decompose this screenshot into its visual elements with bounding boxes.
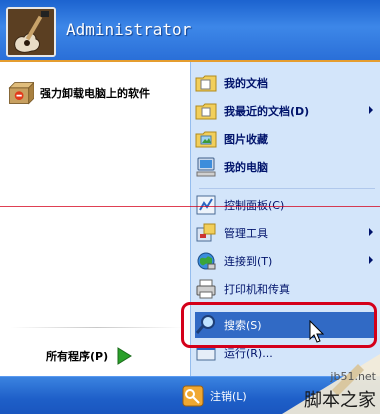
control-panel-icon bbox=[196, 195, 216, 215]
item-label: 我最近的文档(D) bbox=[224, 105, 310, 118]
item-my-computer[interactable]: 我的电脑 bbox=[195, 154, 377, 180]
uninstall-box-icon bbox=[8, 81, 34, 105]
submenu-arrow-icon bbox=[369, 256, 373, 264]
user-header: Administrator bbox=[0, 0, 380, 62]
annotation-line bbox=[0, 206, 380, 207]
item-recent-documents[interactable]: 我最近的文档(D) bbox=[195, 98, 377, 124]
item-connect-to[interactable]: 连接到(T) bbox=[195, 248, 377, 274]
item-my-pictures[interactable]: 图片收藏 bbox=[195, 126, 377, 152]
pinned-item-uninstaller[interactable]: 强力卸载电脑上的软件 bbox=[6, 76, 150, 110]
item-label: 连接到(T) bbox=[224, 255, 273, 268]
start-menu: Administrator 强力卸载电脑上的软件 所有程序(P) 我的文档 我最… bbox=[0, 0, 380, 414]
logoff-key-icon bbox=[182, 385, 204, 407]
computer-icon bbox=[196, 157, 216, 177]
all-programs-label: 所有程序(P) bbox=[46, 350, 109, 363]
folder-documents-icon bbox=[195, 75, 217, 92]
user-avatar[interactable] bbox=[6, 7, 56, 57]
left-divider bbox=[10, 327, 184, 328]
mouse-cursor-icon bbox=[309, 320, 325, 343]
connect-to-icon bbox=[197, 252, 216, 270]
pinned-item-label: 强力卸载电脑上的软件 bbox=[40, 87, 150, 100]
item-label: 控制面板(C) bbox=[224, 199, 285, 212]
green-arrow-icon bbox=[117, 347, 133, 365]
submenu-arrow-icon bbox=[369, 106, 373, 114]
pinned-programs-pane: 强力卸载电脑上的软件 所有程序(P) bbox=[0, 62, 190, 376]
item-label: 我的文档 bbox=[224, 77, 268, 90]
item-admin-tools[interactable]: 管理工具 bbox=[195, 220, 377, 246]
item-printers-faxes[interactable]: 打印机和传真 bbox=[195, 276, 377, 302]
right-divider bbox=[199, 188, 375, 189]
submenu-arrow-icon bbox=[369, 228, 373, 236]
item-label: 打印机和传真 bbox=[224, 283, 290, 296]
guitar-icon bbox=[8, 9, 54, 55]
folder-recent-icon bbox=[195, 103, 217, 120]
all-programs-button[interactable]: 所有程序(P) bbox=[46, 345, 134, 367]
logoff-button[interactable]: 注销(L) bbox=[182, 385, 247, 407]
item-my-documents[interactable]: 我的文档 bbox=[195, 70, 377, 96]
item-label: 我的电脑 bbox=[224, 161, 268, 174]
watermark-url: jb51.net bbox=[330, 370, 376, 383]
admin-tools-icon bbox=[196, 223, 216, 242]
item-label: 图片收藏 bbox=[224, 133, 268, 146]
printer-icon bbox=[196, 279, 216, 299]
folder-pictures-icon bbox=[195, 131, 217, 148]
item-control-panel[interactable]: 控制面板(C) bbox=[195, 192, 377, 218]
watermark-text: 脚本之家 bbox=[304, 390, 376, 411]
user-name: Administrator bbox=[66, 20, 192, 39]
annotation-highlight bbox=[181, 302, 377, 348]
item-label: 管理工具 bbox=[224, 227, 268, 240]
